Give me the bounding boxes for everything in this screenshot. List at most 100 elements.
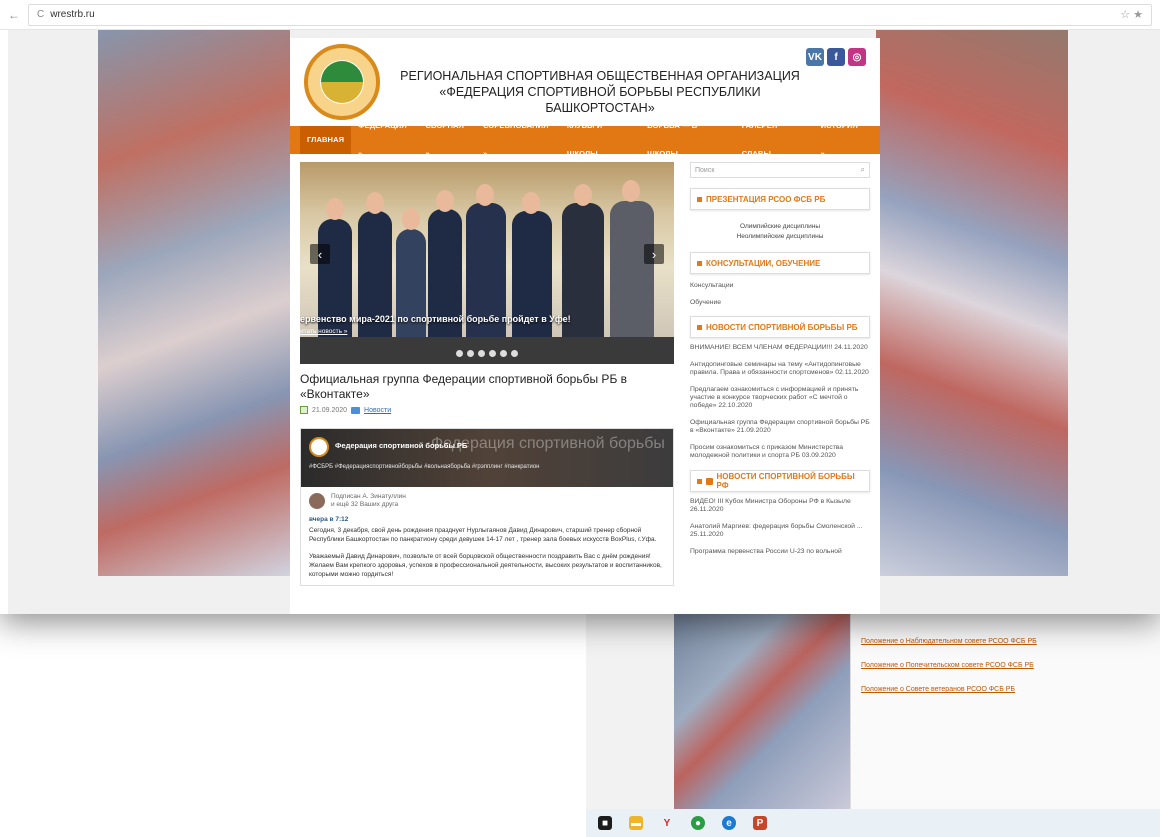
chrome-icon[interactable]: ● xyxy=(691,816,705,830)
vk-subscribers: Подписан А. Зинатуллин и ещё 32 Ваших др… xyxy=(309,493,665,509)
slider-dots xyxy=(300,350,674,357)
page-viewport: РЕГИОНАЛЬНАЯ СПОРТИВНАЯ ОБЩЕСТВЕННАЯ ОРГ… xyxy=(8,30,1160,614)
slider-dot[interactable] xyxy=(489,350,496,357)
site-title: РЕГИОНАЛЬНАЯ СПОРТИВНАЯ ОБЩЕСТВЕННАЯ ОРГ… xyxy=(390,68,810,116)
search-placeholder: Поиск xyxy=(695,166,715,174)
edge-icon[interactable]: e xyxy=(722,816,736,830)
news-slider[interactable]: ервенство мира-2021 по спортивной борьбе… xyxy=(300,162,674,364)
avatar xyxy=(309,493,325,509)
file-explorer-icon[interactable]: ▬ xyxy=(629,816,643,830)
vk-hashtags: #ФСБРБ #Федерацияспортивнойборьбы #вольн… xyxy=(309,464,540,470)
calendar-icon xyxy=(300,406,308,414)
bullet-icon xyxy=(697,324,702,330)
folder-icon xyxy=(351,406,361,414)
sidebar: Поиск ⌕ ПРЕЗЕНТАЦИЯ РСОО ФСБ РБ Олимпийс… xyxy=(690,162,870,565)
vk-cover-text: Федерация спортивной борьбы xyxy=(431,435,665,452)
widget-title-text: КОНСУЛЬТАЦИИ, ОБУЧЕНИЕ xyxy=(706,258,821,268)
bookmark-star-icon[interactable]: ☆ ★ xyxy=(1120,8,1143,21)
taskbar: ■ ▬ Y ● e P xyxy=(586,809,1160,837)
widget-title-consultations: КОНСУЛЬТАЦИИ, ОБУЧЕНИЕ xyxy=(690,252,870,274)
post-title[interactable]: Официальная группа Федерации спортивной … xyxy=(300,372,674,402)
vk-post-date[interactable]: вчера в 7:12 xyxy=(309,515,665,524)
list-item[interactable]: Просим ознакомиться с приказом Министерс… xyxy=(690,444,870,460)
list-item[interactable]: Предлагаем ознакомиться с информацией и … xyxy=(690,386,870,410)
slider-dot[interactable] xyxy=(511,350,518,357)
vk-widget: Федерация спортивной борьбы РБ Федерация… xyxy=(300,428,674,586)
vk-post-paragraph-2: Уважаемый Давид Динарович, позвольте от … xyxy=(309,553,662,578)
list-item[interactable]: Официальная группа Федерации спортивной … xyxy=(690,419,870,435)
site-container: РЕГИОНАЛЬНАЯ СПОРТИВНАЯ ОБЩЕСТВЕННАЯ ОРГ… xyxy=(290,38,880,614)
instagram-icon[interactable]: ◎ xyxy=(848,48,866,66)
site-title-line2: «ФЕДЕРАЦИЯ СПОРТИВНОЙ БОРЬБЫ РЕСПУБЛИКИ … xyxy=(439,85,761,115)
social-links: VK f ◎ xyxy=(806,48,866,66)
list-item[interactable]: Антидопинговые семинары на тему «Антидоп… xyxy=(690,361,870,377)
rb-news-list: ВНИМАНИЕ! ВСЕМ ЧЛЕНАМ ФЕДЕРАЦИИ!!! 24.11… xyxy=(690,344,870,460)
site-header: РЕГИОНАЛЬНАЯ СПОРТИВНАЯ ОБЩЕСТВЕННАЯ ОРГ… xyxy=(290,38,880,126)
back-window-links: Положение о Наблюдательном совете РСОО Ф… xyxy=(861,630,1037,702)
federation-logo[interactable] xyxy=(304,44,380,120)
slider-dot[interactable] xyxy=(467,350,474,357)
main-content: ервенство мира-2021 по спортивной борьбе… xyxy=(300,162,674,586)
slide-read-more[interactable]: итать новость » xyxy=(300,328,347,335)
facebook-icon[interactable]: f xyxy=(827,48,845,66)
link-trustee-council[interactable]: Положение о Попечительском совете РСОО Ф… xyxy=(861,654,1037,678)
post-category-link[interactable]: Новости xyxy=(364,407,391,414)
link-non-olympic-disciplines[interactable]: Неолимпийские дисциплины xyxy=(690,232,870,242)
vk-friends-count: и ещё 32 Ваших друга xyxy=(331,501,399,508)
desktop: Положение о Наблюдательном совете РСОО Ф… xyxy=(0,0,1160,837)
list-item[interactable]: ВИДЕО! III Кубок Министра Обороны РФ в К… xyxy=(690,498,870,514)
post-meta: 21.09.2020 Новости xyxy=(300,406,674,414)
rf-news-list: ВИДЕО! III Кубок Министра Обороны РФ в К… xyxy=(690,498,870,556)
vk-widget-header: Федерация спортивной борьбы РБ Федерация… xyxy=(301,429,673,487)
search-input[interactable]: Поиск ⌕ xyxy=(690,162,870,178)
bullet-icon xyxy=(697,196,702,202)
yandex-icon[interactable]: Y xyxy=(660,816,674,830)
powerpoint-icon[interactable]: P xyxy=(753,816,767,830)
slider-dot[interactable] xyxy=(456,350,463,357)
widget-title-text: НОВОСТИ СПОРТИВНОЙ БОРЬБЫ РБ xyxy=(706,322,858,332)
link-veterans-council[interactable]: Положение о Совете ветеранов РСОО ФСБ РБ xyxy=(861,678,1037,702)
widget-title-text: НОВОСТИ СПОРТИВНОЙ БОРЬБЫ РФ xyxy=(716,472,855,490)
url-text[interactable]: wrestrb.ru xyxy=(50,9,94,20)
link-observatory-council[interactable]: Положение о Наблюдательном совете РСОО Ф… xyxy=(861,630,1037,654)
list-item[interactable]: Программа первенства России U-23 по воль… xyxy=(690,548,870,556)
bullet-icon xyxy=(697,260,702,266)
widget-title-presentation: ПРЕЗЕНТАЦИЯ РСОО ФСБ РБ xyxy=(690,188,870,210)
slider-dot[interactable] xyxy=(500,350,507,357)
reload-icon[interactable]: C xyxy=(37,9,44,20)
back-window-wrestling-image xyxy=(674,610,850,820)
bullet-icon xyxy=(697,478,702,484)
link-consultations[interactable]: Консультации xyxy=(690,282,870,289)
browser-window: ← C wrestrb.ru ☆ ★ РЕГИОНАЛЬНАЯ СПОРТИВН… xyxy=(0,0,1160,614)
list-item[interactable]: ВНИМАНИЕ! ВСЕМ ЧЛЕНАМ ФЕДЕРАЦИИ!!! 24.11… xyxy=(690,344,870,352)
main-menu: ГЛАВНАЯ ФЕДЕРАЦИЯ » СБОРНАЯ » СОРЕВНОВАН… xyxy=(290,121,880,158)
vk-widget-body: Подписан А. Зинатуллин и ещё 32 Ваших др… xyxy=(301,487,673,585)
slider-dot[interactable] xyxy=(478,350,485,357)
vk-post-paragraph-1: Сегодня, 3 декабря, свой день рождения п… xyxy=(309,527,657,543)
background-wrestling-image-left xyxy=(98,30,290,576)
background-wrestling-image-right xyxy=(876,30,1068,576)
vk-icon[interactable]: VK xyxy=(806,48,824,66)
link-olympic-disciplines[interactable]: Олимпийские дисциплины xyxy=(690,222,870,232)
post-date: 21.09.2020 xyxy=(312,406,348,414)
site-title-line1: РЕГИОНАЛЬНАЯ СПОРТИВНАЯ ОБЩЕСТВЕННАЯ ОРГ… xyxy=(400,69,800,83)
windows-icon[interactable]: ■ xyxy=(598,816,612,830)
address-bar[interactable]: C wrestrb.ru ☆ ★ xyxy=(28,3,1152,26)
vk-group-avatar[interactable] xyxy=(309,437,329,457)
list-item[interactable]: Анатолий Маргиев: федерация борьбы Смоле… xyxy=(690,523,870,539)
rss-icon xyxy=(705,477,713,485)
search-icon[interactable]: ⌕ xyxy=(861,165,865,175)
vk-subscribed-by: Подписан А. Зинатуллин xyxy=(331,493,406,500)
presentation-links: Олимпийские дисциплины Неолимпийские дис… xyxy=(690,222,870,242)
menu-home[interactable]: ГЛАВНАЯ xyxy=(300,126,352,154)
widget-title-rf-news: НОВОСТИ СПОРТИВНОЙ БОРЬБЫ РФ xyxy=(690,470,870,492)
browser-toolbar: ← C wrestrb.ru ☆ ★ xyxy=(0,0,1160,30)
slide-caption[interactable]: ервенство мира-2021 по спортивной борьбе… xyxy=(300,314,571,324)
back-arrow-icon[interactable]: ← xyxy=(8,8,20,22)
slider-prev-icon[interactable]: ‹ xyxy=(310,244,330,264)
slider-next-icon[interactable]: › xyxy=(644,244,664,264)
widget-title-rb-news: НОВОСТИ СПОРТИВНОЙ БОРЬБЫ РБ xyxy=(690,316,870,338)
slide-photo xyxy=(300,162,674,337)
widget-title-text: ПРЕЗЕНТАЦИЯ РСОО ФСБ РБ xyxy=(706,194,826,204)
link-training[interactable]: Обучение xyxy=(690,299,870,306)
